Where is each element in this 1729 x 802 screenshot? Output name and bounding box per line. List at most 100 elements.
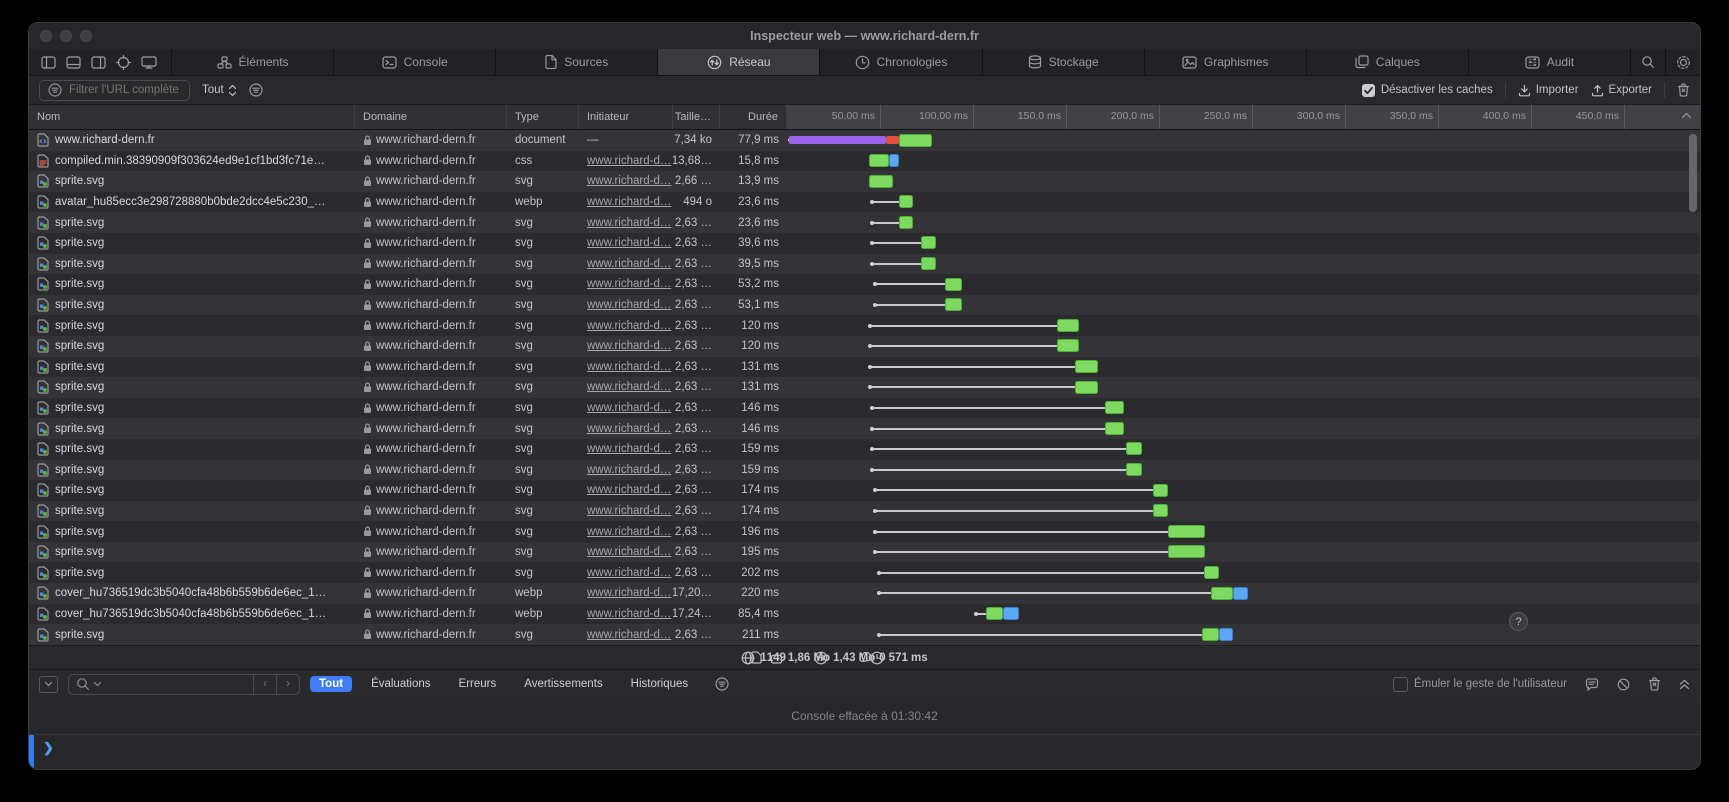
initiator-link[interactable]: www.richard-d… [587, 629, 671, 641]
column-header-duree[interactable]: Durée [720, 105, 787, 129]
table-row[interactable]: sprite.svgwww.richard-dern.frsvgwww.rich… [29, 398, 1700, 419]
initiator-link[interactable]: www.richard-d… [587, 443, 671, 455]
url-filter-field[interactable] [39, 80, 190, 101]
tab-layers[interactable]: Calques [1306, 49, 1468, 75]
filter-circle-icon[interactable] [249, 83, 263, 97]
initiator-link[interactable]: www.richard-d… [587, 196, 671, 208]
table-row[interactable]: sprite.svgwww.richard-dern.frsvgwww.rich… [29, 562, 1700, 583]
timeline-header[interactable]: 50,00 ms100,00 ms150,0 ms200,0 ms250,0 m… [787, 105, 1700, 129]
table-row[interactable]: sprite.svgwww.richard-dern.frsvgwww.rich… [29, 295, 1700, 316]
table-row[interactable]: sprite.svgwww.richard-dern.frsvgwww.rich… [29, 357, 1700, 378]
console-filter-avertissements[interactable]: Avertissements [515, 676, 611, 692]
import-button[interactable]: Importer [1518, 84, 1579, 97]
filter-circle-icon[interactable] [715, 677, 729, 691]
table-row[interactable]: sprite.svgwww.richard-dern.frsvgwww.rich… [29, 377, 1700, 398]
initiator-link[interactable]: www.richard-d… [587, 608, 671, 620]
table-row[interactable]: sprite.svgwww.richard-dern.frsvgwww.rich… [29, 418, 1700, 439]
export-button[interactable]: Exporter [1591, 84, 1652, 97]
table-row[interactable]: compiled.min.38390909f303624ed9e1cf1bd3f… [29, 151, 1700, 172]
tab-timelines[interactable]: Chronologies [819, 49, 981, 75]
initiator-link[interactable]: www.richard-d… [587, 381, 671, 393]
initiator-link[interactable]: www.richard-d… [587, 546, 671, 558]
table-row[interactable]: avatar_hu85ecc3e298728880b0bde2dcc4e5c23… [29, 192, 1700, 213]
console-filter-évaluations[interactable]: Évaluations [362, 676, 439, 692]
initiator-link[interactable]: www.richard-d… [587, 175, 671, 187]
tab-elements[interactable]: Éléments [171, 49, 333, 75]
table-row[interactable]: sprite.svgwww.richard-dern.frsvgwww.rich… [29, 439, 1700, 460]
table-row[interactable]: sprite.svgwww.richard-dern.frsvgwww.rich… [29, 274, 1700, 295]
column-header-type[interactable]: Type [507, 105, 579, 129]
chevron-up-icon[interactable] [1681, 112, 1692, 119]
target-icon[interactable] [116, 55, 131, 70]
table-row[interactable]: sprite.svgwww.richard-dern.frsvgwww.rich… [29, 501, 1700, 522]
console-sessions-button[interactable] [39, 676, 58, 693]
table-row[interactable]: cover_hu736519dc3b5040cfa48b6b559b6de6ec… [29, 604, 1700, 625]
table-row[interactable]: sprite.svgwww.richard-dern.frsvgwww.rich… [29, 460, 1700, 481]
column-header-taille[interactable]: Taille… [673, 105, 720, 129]
column-header-initiateur[interactable]: Initiateur [579, 105, 673, 129]
table-row[interactable]: sprite.svgwww.richard-dern.frsvgwww.rich… [29, 315, 1700, 336]
collapse-console-icon[interactable] [1679, 679, 1690, 690]
tab-storage[interactable]: Stockage [982, 49, 1144, 75]
clear-network-trash-icon[interactable] [1677, 83, 1690, 97]
initiator-link[interactable]: www.richard-d… [587, 155, 671, 167]
table-row[interactable]: cover_hu736519dc3b5040cfa48b6b559b6de6ec… [29, 583, 1700, 604]
console-filter-historiques[interactable]: Historiques [622, 676, 698, 692]
table-row[interactable]: sprite.svgwww.richard-dern.frsvgwww.rich… [29, 480, 1700, 501]
next-result-button[interactable]: › [276, 675, 299, 694]
tab-sources[interactable]: Sources [495, 49, 657, 75]
url-filter-input[interactable] [67, 83, 181, 97]
panel-bottom-icon[interactable] [66, 56, 81, 69]
table-row[interactable]: sprite.svgwww.richard-dern.frsvgwww.rich… [29, 542, 1700, 563]
initiator-link[interactable]: www.richard-d… [587, 237, 671, 249]
lock-icon [363, 300, 372, 311]
console-prompt[interactable]: ❯ [29, 735, 1700, 769]
initiator-link[interactable]: www.richard-d… [587, 402, 671, 414]
initiator-link[interactable]: www.richard-d… [587, 464, 671, 476]
initiator-link[interactable]: www.richard-d… [587, 217, 671, 229]
previous-result-button[interactable]: ‹ [253, 675, 276, 694]
console-search-input[interactable] [105, 676, 249, 693]
resource-scope-dropdown[interactable]: Tout [202, 84, 237, 97]
tab-audit[interactable]: Audit [1468, 49, 1630, 75]
initiator-link[interactable]: www.richard-d… [587, 361, 671, 373]
initiator-link[interactable]: www.richard-d… [587, 258, 671, 270]
search-button[interactable] [1630, 49, 1665, 75]
table-row[interactable]: sprite.svgwww.richard-dern.frsvgwww.rich… [29, 521, 1700, 542]
initiator-link[interactable]: www.richard-d… [587, 423, 671, 435]
initiator-link[interactable]: www.richard-d… [587, 505, 671, 517]
table-row[interactable]: www.richard-dern.frwww.richard-dern.frdo… [29, 130, 1700, 151]
trash-icon[interactable] [1648, 677, 1661, 691]
initiator-link[interactable]: www.richard-d… [587, 567, 671, 579]
device-icon[interactable] [141, 56, 157, 69]
table-row[interactable]: sprite.svgwww.richard-dern.frsvgwww.rich… [29, 624, 1700, 645]
vertical-scrollbar[interactable] [1689, 134, 1697, 212]
disable-caches-checkbox[interactable]: Désactiver les caches [1362, 84, 1493, 97]
initiator-link[interactable]: www.richard-d… [587, 526, 671, 538]
panel-left-icon[interactable] [41, 56, 56, 69]
table-row[interactable]: sprite.svgwww.richard-dern.frsvgwww.rich… [29, 212, 1700, 233]
help-button[interactable]: ? [1509, 612, 1528, 631]
table-row[interactable]: sprite.svgwww.richard-dern.frsvgwww.rich… [29, 254, 1700, 275]
initiator-link[interactable]: www.richard-d… [587, 320, 671, 332]
settings-button[interactable] [1665, 49, 1700, 75]
initiator-link[interactable]: www.richard-d… [587, 299, 671, 311]
console-filter-tout[interactable]: Tout [310, 676, 352, 692]
console-filter-erreurs[interactable]: Erreurs [450, 676, 506, 692]
clear-console-icon[interactable] [1617, 678, 1630, 691]
initiator-link[interactable]: www.richard-d… [587, 484, 671, 496]
initiator-link[interactable]: www.richard-d… [587, 587, 671, 599]
column-header-nom[interactable]: Nom [29, 105, 355, 129]
initiator-link[interactable]: www.richard-d… [587, 340, 671, 352]
column-header-domaine[interactable]: Domaine [355, 105, 507, 129]
initiator-link[interactable]: www.richard-d… [587, 278, 671, 290]
console-messages-icon[interactable] [1585, 678, 1599, 691]
table-row[interactable]: sprite.svgwww.richard-dern.frsvgwww.rich… [29, 336, 1700, 357]
tab-graphics[interactable]: Graphismes [1144, 49, 1306, 75]
emulate-user-gesture-checkbox[interactable]: Émuler le geste de l'utilisateur [1393, 677, 1567, 692]
tab-console[interactable]: Console [333, 49, 495, 75]
table-row[interactable]: sprite.svgwww.richard-dern.frsvgwww.rich… [29, 233, 1700, 254]
panel-right-icon[interactable] [91, 56, 106, 69]
table-row[interactable]: sprite.svgwww.richard-dern.frsvgwww.rich… [29, 171, 1700, 192]
tab-network[interactable]: Réseau [657, 49, 819, 75]
